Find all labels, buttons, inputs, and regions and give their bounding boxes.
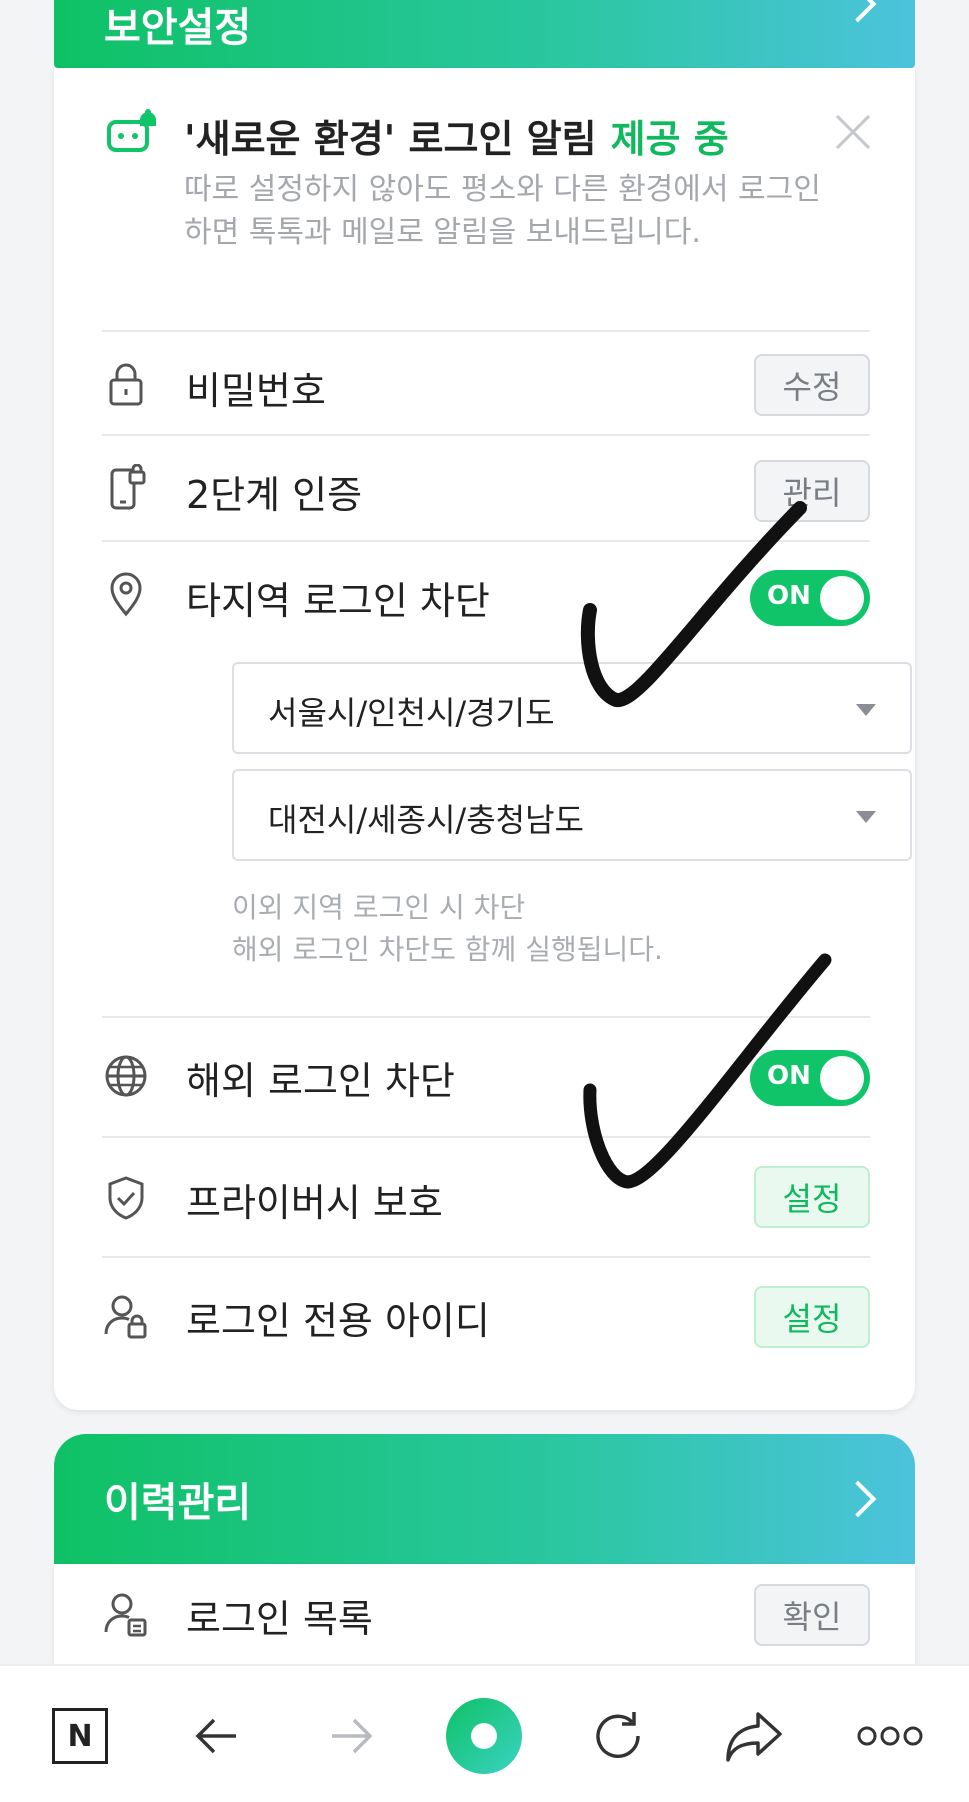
naver-logo-icon[interactable]: N [40, 1696, 120, 1776]
row-two-factor: 2단계 인증 관리 [102, 434, 870, 542]
privacy-settings-button[interactable]: 설정 [754, 1166, 870, 1228]
region-block-label: 타지역 로그인 차단 [186, 579, 490, 623]
password-edit-button[interactable]: 수정 [754, 354, 870, 416]
region-select-1-value: 서울시/인천시/경기도 [268, 694, 555, 732]
region-block-toggle[interactable]: ON [750, 570, 870, 626]
security-section-title: 보안설정 [104, 5, 252, 51]
security-section-header[interactable]: 보안설정 [54, 0, 915, 68]
caret-down-icon [856, 704, 876, 716]
more-icon[interactable] [850, 1696, 930, 1776]
notice-title: '새로운 환경' 로그인 알림 제공 중 [184, 108, 729, 163]
login-list-label: 로그인 목록 [186, 1597, 373, 1641]
overseas-block-toggle[interactable]: ON [750, 1050, 870, 1106]
home-circle-svg [446, 1698, 522, 1774]
row-privacy: 프라이버시 보호 설정 [102, 1136, 870, 1258]
more-svg [857, 1726, 923, 1746]
row-login-list: 로그인 목록 확인 [102, 1564, 870, 1664]
row-region-block: 타지역 로그인 차단 ON 서울시/인천시/경기도 대전시/세종시/충청남도 이… [102, 540, 912, 1018]
region-block-hint-line1: 이외 지역 로그인 시 차단 [232, 891, 526, 924]
row-login-only-id: 로그인 전용 아이디 설정 [102, 1256, 870, 1378]
new-environment-notice: '새로운 환경' 로그인 알림 제공 중 따로 설정하지 않아도 평소와 다른 환… [54, 68, 915, 330]
row-overseas-block: 해외 로그인 차단 ON [102, 1016, 870, 1138]
notice-description: 따로 설정하지 않아도 평소와 다른 환경에서 로그인 하면 톡톡과 메일로 알… [184, 172, 821, 250]
privacy-label: 프라이버시 보호 [186, 1181, 443, 1225]
caret-down-icon [856, 811, 876, 823]
close-icon[interactable] [833, 112, 873, 152]
phone-lock-icon [110, 464, 146, 510]
back-arrow-icon[interactable] [176, 1696, 256, 1776]
history-card: 로그인 목록 확인 [54, 1564, 915, 1664]
region-select-1[interactable]: 서울시/인천시/경기도 [232, 662, 912, 754]
globe-icon [105, 1055, 147, 1097]
notice-title-text: '새로운 환경' 로그인 알림 [184, 117, 597, 161]
toggle-knob [820, 1056, 864, 1100]
security-settings-card: '새로운 환경' 로그인 알림 제공 중 따로 설정하지 않아도 평소와 다른 환… [54, 68, 915, 1410]
browser-bottom-bar: N [0, 1664, 969, 1802]
home-circle-icon[interactable] [444, 1696, 524, 1776]
region-select-2[interactable]: 대전시/세종시/충청남도 [232, 769, 912, 861]
history-section-title: 이력관리 [104, 1480, 252, 1526]
forward-arrow-svg [332, 1718, 373, 1754]
login-only-id-settings-button[interactable]: 설정 [754, 1286, 870, 1348]
region-block-toggle-label: ON [767, 581, 811, 611]
refresh-svg [596, 1712, 640, 1758]
back-arrow-svg [195, 1718, 236, 1754]
overseas-block-label: 해외 로그인 차단 [186, 1059, 455, 1103]
user-lock-icon [104, 1295, 147, 1339]
notice-status-badge: 제공 중 [610, 117, 729, 161]
region-select-2-value: 대전시/세종시/충청남도 [268, 801, 584, 839]
history-section-header[interactable]: 이력관리 [54, 1434, 915, 1564]
share-svg [726, 1712, 782, 1762]
login-list-check-button[interactable]: 확인 [754, 1584, 870, 1646]
robot-bell-icon [107, 109, 156, 152]
two-factor-label: 2단계 인증 [186, 473, 363, 517]
chevron-right-icon [839, 0, 877, 23]
row-password: 비밀번호 수정 [102, 330, 870, 436]
user-list-icon [104, 1593, 147, 1637]
lock-icon [109, 363, 143, 406]
region-block-hint: 이외 지역 로그인 시 차단 해외 로그인 차단도 함께 실행됩니다. [232, 887, 663, 971]
chevron-right-icon [839, 1480, 877, 1518]
two-factor-manage-button[interactable]: 관리 [754, 460, 870, 522]
login-only-id-label: 로그인 전용 아이디 [186, 1299, 490, 1343]
password-label: 비밀번호 [186, 369, 326, 413]
location-pin-icon [110, 572, 142, 617]
naver-logo: N [52, 1708, 108, 1764]
overseas-block-toggle-label: ON [767, 1061, 811, 1091]
toggle-knob [820, 576, 864, 620]
refresh-icon[interactable] [578, 1696, 658, 1776]
region-block-hint-line2: 해외 로그인 차단도 함께 실행됩니다. [232, 933, 663, 966]
share-icon[interactable] [714, 1696, 794, 1776]
shield-check-icon [108, 1176, 144, 1220]
forward-arrow-icon[interactable] [312, 1696, 392, 1776]
